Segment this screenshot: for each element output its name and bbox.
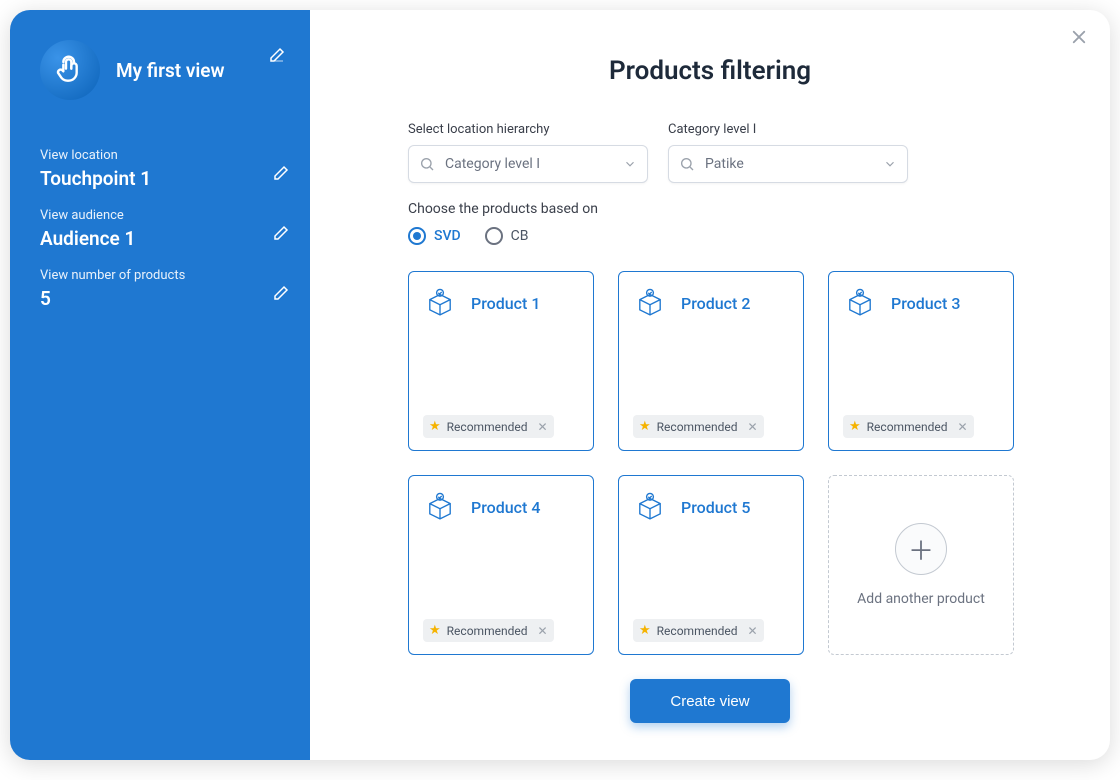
chevron-down-icon bbox=[883, 157, 897, 171]
remove-tag-icon[interactable]: ✕ bbox=[747, 420, 757, 434]
box-check-icon bbox=[423, 490, 457, 524]
tag-label: Recommended bbox=[657, 624, 738, 638]
app-modal: My first view View location Touchpoint 1… bbox=[10, 10, 1110, 760]
remove-tag-icon[interactable]: ✕ bbox=[537, 624, 547, 638]
product-card[interactable]: Product 1 ★ Recommended ✕ bbox=[408, 271, 594, 451]
product-name: Product 1 bbox=[471, 294, 540, 313]
product-name: Product 4 bbox=[471, 498, 540, 517]
search-icon bbox=[419, 156, 435, 172]
product-card[interactable]: Product 4 ★ Recommended ✕ bbox=[408, 475, 594, 655]
product-name: Product 3 bbox=[891, 294, 960, 313]
touch-icon bbox=[40, 40, 100, 100]
box-check-icon bbox=[633, 286, 667, 320]
filter-location: Select location hierarchy Category level… bbox=[408, 122, 648, 183]
star-icon: ★ bbox=[429, 623, 441, 638]
tag-label: Recommended bbox=[867, 420, 948, 434]
filter-label: Select location hierarchy bbox=[408, 122, 648, 137]
product-card[interactable]: Product 3 ★ Recommended ✕ bbox=[828, 271, 1014, 451]
sidebar-value: 5 bbox=[40, 287, 260, 310]
sidebar-group-location: View location Touchpoint 1 bbox=[40, 148, 290, 190]
radio-row: SVD CB bbox=[408, 227, 1072, 245]
radio-cb[interactable]: CB bbox=[485, 227, 529, 245]
product-card[interactable]: Product 5 ★ Recommended ✕ bbox=[618, 475, 804, 655]
select-value: Category level I bbox=[445, 156, 540, 172]
filters-row: Select location hierarchy Category level… bbox=[408, 122, 1072, 183]
sidebar-header: My first view bbox=[40, 40, 290, 100]
product-card[interactable]: Product 2 ★ Recommended ✕ bbox=[618, 271, 804, 451]
remove-tag-icon[interactable]: ✕ bbox=[957, 420, 967, 434]
product-name: Product 5 bbox=[681, 498, 750, 517]
edit-product-count-icon[interactable] bbox=[272, 284, 290, 306]
edit-audience-icon[interactable] bbox=[272, 224, 290, 246]
remove-tag-icon[interactable]: ✕ bbox=[537, 420, 547, 434]
choose-label: Choose the products based on bbox=[408, 201, 1072, 217]
tag-label: Recommended bbox=[447, 624, 528, 638]
plus-icon: ＋ bbox=[895, 523, 947, 575]
sidebar-value: Touchpoint 1 bbox=[40, 167, 260, 190]
chevron-down-icon bbox=[623, 157, 637, 171]
sidebar-label: View location bbox=[40, 148, 260, 163]
select-value: Patike bbox=[705, 156, 744, 172]
edit-view-name-icon[interactable] bbox=[268, 46, 286, 68]
create-view-button[interactable]: Create view bbox=[630, 679, 790, 723]
remove-tag-icon[interactable]: ✕ bbox=[747, 624, 757, 638]
recommended-tag: ★ Recommended ✕ bbox=[633, 415, 764, 438]
radio-icon bbox=[408, 227, 426, 245]
recommended-tag: ★ Recommended ✕ bbox=[423, 415, 554, 438]
sidebar-value: Audience 1 bbox=[40, 227, 260, 250]
radio-svd[interactable]: SVD bbox=[408, 227, 461, 245]
tag-label: Recommended bbox=[447, 420, 528, 434]
recommended-tag: ★ Recommended ✕ bbox=[423, 619, 554, 642]
box-check-icon bbox=[633, 490, 667, 524]
sidebar-label: View number of products bbox=[40, 268, 260, 283]
close-icon[interactable] bbox=[1070, 28, 1088, 50]
sidebar-label: View audience bbox=[40, 208, 260, 223]
recommended-tag: ★ Recommended ✕ bbox=[633, 619, 764, 642]
edit-location-icon[interactable] bbox=[272, 164, 290, 186]
recommended-tag: ★ Recommended ✕ bbox=[843, 415, 974, 438]
add-product-card[interactable]: ＋ Add another product bbox=[828, 475, 1014, 655]
search-icon bbox=[679, 156, 695, 172]
filter-category: Category level I Patike bbox=[668, 122, 908, 183]
star-icon: ★ bbox=[429, 419, 441, 434]
location-select[interactable]: Category level I bbox=[408, 145, 648, 183]
product-name: Product 2 bbox=[681, 294, 750, 313]
sidebar-group-product-count: View number of products 5 bbox=[40, 268, 290, 310]
radio-icon bbox=[485, 227, 503, 245]
view-title: My first view bbox=[116, 59, 225, 82]
product-grid: Product 1 ★ Recommended ✕ Product 2 bbox=[408, 271, 1072, 655]
radio-label: CB bbox=[511, 228, 529, 244]
sidebar-group-audience: View audience Audience 1 bbox=[40, 208, 290, 250]
page-title: Products filtering bbox=[348, 56, 1072, 86]
tag-label: Recommended bbox=[657, 420, 738, 434]
star-icon: ★ bbox=[639, 419, 651, 434]
category-select[interactable]: Patike bbox=[668, 145, 908, 183]
radio-label: SVD bbox=[434, 228, 461, 244]
star-icon: ★ bbox=[849, 419, 861, 434]
box-check-icon bbox=[423, 286, 457, 320]
sidebar: My first view View location Touchpoint 1… bbox=[10, 10, 310, 760]
filter-label: Category level I bbox=[668, 122, 908, 137]
box-check-icon bbox=[843, 286, 877, 320]
add-product-label: Add another product bbox=[857, 591, 985, 607]
main-panel: Products filtering Select location hiera… bbox=[310, 10, 1110, 760]
star-icon: ★ bbox=[639, 623, 651, 638]
